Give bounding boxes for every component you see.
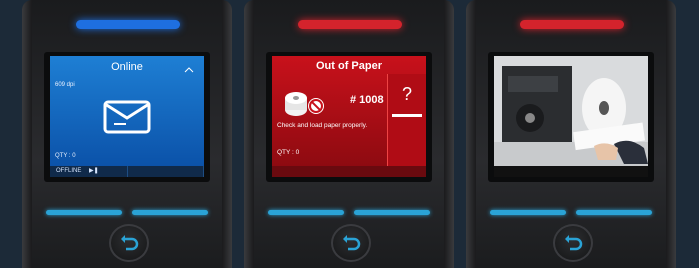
softkey-bar [272,166,426,177]
softkey-bar: OFFLINE ▶❚ [50,166,204,177]
back-button[interactable] [331,224,371,262]
back-arrow-icon [565,235,583,251]
status-led [76,20,180,29]
dpi-value: 609 dpi [55,82,75,88]
softkey-bar [494,166,648,177]
offline-button[interactable]: OFFLINE ▶❚ [50,166,128,177]
no-paper-roll-icon [282,84,326,125]
back-button[interactable] [109,224,149,262]
screen-title: Online [111,61,143,73]
left-softkey-button[interactable] [490,210,566,215]
screen-title: Out of Paper [315,60,382,72]
lcd-screen-help-photo [494,56,648,174]
back-arrow-icon [121,235,139,251]
printer-mechanism-photo [494,56,648,174]
job-number: # 1008 [350,94,384,106]
printer-panel-help-video [466,0,676,268]
right-softkey-button[interactable] [354,210,430,215]
lcd-screen-online: Online 609 dpi QTY : 0 [50,56,204,174]
qty-label: QTY : 0 [277,149,300,156]
back-button[interactable] [553,224,593,262]
back-arrow-icon [343,235,361,251]
printer-panel-online: Online 609 dpi QTY : 0 OFFLINE ▶❚ [22,0,232,268]
left-softkey-button[interactable] [268,210,344,215]
lcd-screen-error: Out of Paper # 1008 Check and load paper… [272,56,426,174]
play-pause-icon: ▶❚ [89,168,99,174]
right-softkey-button[interactable] [132,210,208,215]
qty-label: QTY : 0 [55,153,76,159]
left-softkey-button[interactable] [46,210,122,215]
status-led [298,20,402,29]
help-icon: ? [401,84,412,104]
help-button[interactable]: ? [387,74,426,174]
error-message: Check and load paper properly. [277,122,368,129]
printer-panel-out-of-paper: Out of Paper # 1008 Check and load paper… [244,0,454,268]
right-softkey-button[interactable] [576,210,652,215]
wifi-icon [184,60,194,78]
softkey-right-slot[interactable] [128,166,204,177]
status-led [520,20,624,29]
paper-tray-icon [102,94,152,141]
